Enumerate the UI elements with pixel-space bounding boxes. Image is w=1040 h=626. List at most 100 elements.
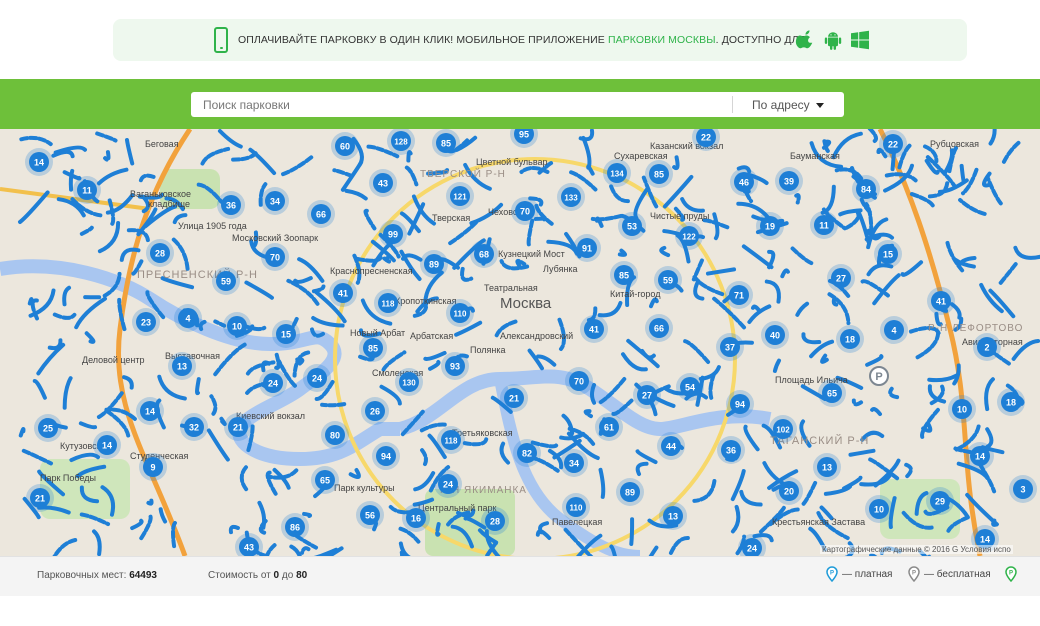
parking-cluster[interactable]: 24: [259, 369, 287, 397]
chevron-down-icon[interactable]: [816, 103, 824, 108]
parking-cluster[interactable]: 91: [573, 234, 601, 262]
parking-cluster[interactable]: 110: [562, 493, 590, 521]
parking-cluster[interactable]: 27: [633, 381, 661, 409]
parking-cluster[interactable]: 11: [810, 211, 838, 239]
parking-cluster[interactable]: 85: [359, 334, 387, 362]
parking-cluster[interactable]: 34: [560, 449, 588, 477]
parking-cluster[interactable]: 44: [657, 432, 685, 460]
parking-cluster[interactable]: 133: [557, 183, 585, 211]
parking-cluster[interactable]: 71: [725, 281, 753, 309]
parking-cluster[interactable]: 14: [93, 431, 121, 459]
parking-cluster[interactable]: 36: [217, 191, 245, 219]
parking-cluster[interactable]: 80: [321, 421, 349, 449]
parking-cluster[interactable]: 24: [303, 364, 331, 392]
parking-cluster[interactable]: 110: [446, 299, 474, 327]
parking-cluster[interactable]: 102: [769, 415, 797, 443]
parking-cluster[interactable]: 40: [761, 321, 789, 349]
parking-cluster[interactable]: 15: [874, 240, 902, 268]
parking-cluster[interactable]: 23: [132, 308, 160, 336]
parking-cluster[interactable]: 85: [610, 261, 638, 289]
parking-cluster[interactable]: 66: [645, 314, 673, 342]
parking-cluster[interactable]: 25: [34, 414, 62, 442]
parking-cluster[interactable]: 134: [603, 159, 631, 187]
parking-cluster[interactable]: 70: [261, 243, 289, 271]
parking-cluster[interactable]: 4: [174, 304, 202, 332]
search-input[interactable]: [191, 92, 731, 117]
parking-cluster[interactable]: 89: [616, 478, 644, 506]
parking-cluster[interactable]: 14: [966, 442, 994, 470]
parking-cluster[interactable]: 59: [654, 266, 682, 294]
parking-cluster[interactable]: 94: [726, 390, 754, 418]
parking-cluster[interactable]: 56: [356, 501, 384, 529]
parking-cluster[interactable]: 121: [446, 182, 474, 210]
parking-cluster[interactable]: 11: [73, 176, 101, 204]
parking-cluster[interactable]: 41: [580, 315, 608, 343]
parking-cluster[interactable]: 16: [402, 504, 430, 532]
parking-cluster[interactable]: 93: [441, 352, 469, 380]
parking-cluster[interactable]: 41: [329, 279, 357, 307]
map-copyright[interactable]: Картографические данные © 2016 G Условия…: [820, 545, 1013, 554]
parking-cluster[interactable]: 34: [261, 187, 289, 215]
parking-cluster[interactable]: 18: [997, 388, 1025, 416]
parking-cluster[interactable]: 10: [948, 395, 976, 423]
parking-cluster[interactable]: 66: [307, 200, 335, 228]
parking-cluster[interactable]: 24: [434, 470, 462, 498]
parking-cluster[interactable]: 59: [212, 267, 240, 295]
parking-cluster[interactable]: 9: [139, 453, 167, 481]
parking-cluster[interactable]: 2: [973, 333, 1001, 361]
parking-cluster[interactable]: 82: [513, 439, 541, 467]
parking-cluster[interactable]: 122: [675, 222, 703, 250]
map-view[interactable]: Беговая Ваганьковское кладбище Улица 190…: [0, 129, 1040, 556]
parking-cluster[interactable]: 68: [470, 240, 498, 268]
apple-icon[interactable]: [795, 30, 815, 50]
parking-cluster[interactable]: 86: [281, 513, 309, 541]
parking-cluster[interactable]: 13: [659, 502, 687, 530]
parking-pin-marker[interactable]: P: [869, 366, 889, 386]
windows-icon[interactable]: [850, 30, 870, 50]
promo-app-link[interactable]: ПАРКОВКИ МОСКВЫ: [608, 34, 716, 46]
android-icon[interactable]: [823, 30, 843, 50]
parking-cluster[interactable]: 53: [618, 212, 646, 240]
parking-cluster[interactable]: 18: [836, 325, 864, 353]
parking-cluster[interactable]: 118: [437, 426, 465, 454]
parking-cluster[interactable]: 15: [272, 320, 300, 348]
parking-cluster[interactable]: 36: [717, 436, 745, 464]
parking-cluster[interactable]: 20: [775, 477, 803, 505]
parking-cluster[interactable]: 19: [756, 212, 784, 240]
parking-cluster[interactable]: 84: [852, 175, 880, 203]
parking-cluster[interactable]: 28: [481, 507, 509, 535]
parking-cluster[interactable]: 65: [818, 379, 846, 407]
parking-cluster[interactable]: 43: [369, 169, 397, 197]
parking-cluster[interactable]: 13: [168, 352, 196, 380]
parking-cluster[interactable]: 10: [223, 312, 251, 340]
parking-cluster[interactable]: 70: [511, 197, 539, 225]
parking-cluster[interactable]: 37: [716, 333, 744, 361]
map-canvas[interactable]: Беговая Ваганьковское кладбище Улица 190…: [0, 129, 1040, 556]
parking-cluster[interactable]: 28: [146, 239, 174, 267]
parking-cluster[interactable]: 22: [879, 130, 907, 158]
parking-cluster[interactable]: 39: [775, 167, 803, 195]
parking-cluster[interactable]: 3: [1009, 475, 1037, 503]
parking-cluster[interactable]: 65: [311, 466, 339, 494]
parking-cluster[interactable]: 4: [880, 316, 908, 344]
search-mode-select[interactable]: По адресу: [752, 98, 810, 112]
parking-cluster[interactable]: 32: [180, 413, 208, 441]
parking-cluster[interactable]: 10: [865, 495, 893, 523]
parking-cluster[interactable]: 85: [432, 129, 460, 157]
parking-cluster[interactable]: 13: [813, 453, 841, 481]
parking-cluster[interactable]: 21: [224, 413, 252, 441]
parking-cluster[interactable]: 89: [420, 250, 448, 278]
parking-cluster[interactable]: 61: [595, 413, 623, 441]
parking-cluster[interactable]: 14: [25, 148, 53, 176]
parking-cluster[interactable]: 14: [136, 397, 164, 425]
parking-cluster[interactable]: 46: [730, 168, 758, 196]
parking-cluster[interactable]: 99: [379, 220, 407, 248]
parking-cluster[interactable]: 130: [395, 368, 423, 396]
parking-cluster[interactable]: 85: [645, 160, 673, 188]
parking-cluster[interactable]: 27: [827, 264, 855, 292]
parking-cluster[interactable]: 60: [331, 132, 359, 160]
parking-cluster[interactable]: 118: [374, 289, 402, 317]
parking-cluster[interactable]: 29: [926, 487, 954, 515]
parking-cluster[interactable]: 41: [927, 287, 955, 315]
parking-cluster[interactable]: 54: [676, 373, 704, 401]
